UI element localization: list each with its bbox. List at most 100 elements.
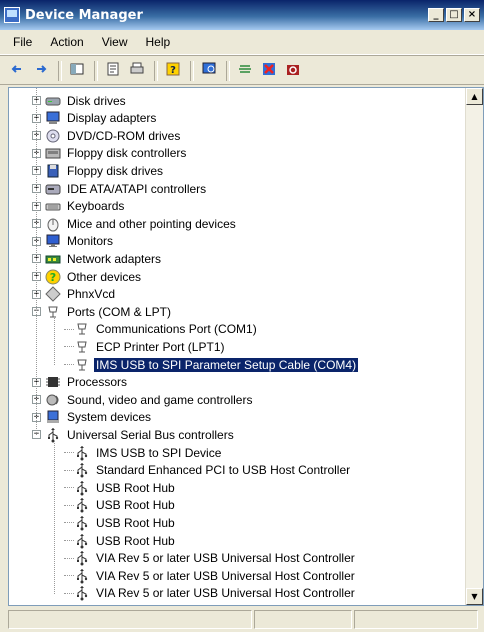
tree-item-label[interactable]: Other devices — [65, 270, 143, 284]
minimize-button[interactable]: _ — [428, 8, 444, 22]
tree-item-label[interactable]: Communications Port (COM1) — [94, 322, 259, 336]
tree-device[interactable]: USB Root Hub — [64, 532, 177, 549]
tree-item-label[interactable]: Floppy disk controllers — [65, 146, 188, 160]
vertical-scrollbar[interactable]: ▲ ▼ — [465, 88, 483, 605]
tree-category[interactable]: + PhnxVcd — [32, 286, 117, 303]
tree-item-label[interactable]: IMS USB to SPI Parameter Setup Cable (CO… — [92, 356, 360, 373]
menu-view[interactable]: View — [93, 33, 137, 51]
tree-category[interactable]: + System devices — [32, 409, 153, 426]
tree-category[interactable]: +? Other devices — [32, 268, 143, 285]
tree-device[interactable]: VIA Rev 5 or later USB Universal Host Co… — [64, 585, 357, 602]
tree-category[interactable]: + Sound, video and game controllers — [32, 391, 254, 408]
tree-category[interactable]: − Universal Serial Bus controllers — [32, 426, 236, 443]
update-driver-button[interactable] — [234, 60, 256, 82]
scroll-up-arrow-icon[interactable]: ▲ — [466, 88, 483, 105]
print-button[interactable] — [126, 60, 148, 82]
tree-item-label[interactable]: USB Root Hub — [94, 481, 177, 495]
tree-item-label[interactable]: Display adapters — [65, 111, 158, 125]
tree-device[interactable]: IMS USB to SPI Parameter Setup Cable (CO… — [64, 356, 360, 373]
tree-device[interactable]: USB Root Hub — [64, 479, 177, 496]
scroll-down-arrow-icon[interactable]: ▼ — [466, 588, 483, 605]
tree-connector — [64, 592, 74, 594]
device-tree[interactable]: + Disk drives + Display adapters + DVD/CD-ROM… — [8, 87, 484, 606]
tree-device[interactable]: ECP Printer Port (LPT1) — [64, 338, 226, 355]
tree-item-label[interactable]: ECP Printer Port (LPT1) — [94, 340, 226, 354]
tree-item-label[interactable]: Ports (COM & LPT) — [65, 305, 173, 319]
usb-icon — [45, 427, 61, 443]
close-button[interactable]: × — [464, 8, 480, 22]
tree-item-label[interactable]: DVD/CD-ROM drives — [65, 129, 182, 143]
status-pane-2 — [254, 610, 352, 629]
uninstall-button[interactable] — [258, 60, 280, 82]
unknown-device-icon: ? — [45, 269, 61, 285]
tree-item-label[interactable]: IMS USB to SPI Device — [94, 446, 223, 460]
back-arrow-button[interactable] — [6, 60, 28, 82]
status-pane-3 — [354, 610, 478, 629]
tree-item-label[interactable]: VIA Rev 5 or later USB Universal Host Co… — [94, 569, 357, 583]
sound-icon — [45, 392, 61, 408]
tree-category[interactable]: + Mice and other pointing devices — [32, 215, 238, 232]
tree-device[interactable]: USB Root Hub — [64, 497, 177, 514]
tree-item-label[interactable]: Standard Enhanced PCI to USB Host Contro… — [94, 463, 352, 477]
tree-connector — [64, 487, 74, 489]
tree-item-label[interactable]: USB Root Hub — [94, 534, 177, 548]
show-hide-console-tree-button[interactable] — [66, 60, 88, 82]
usb-icon — [74, 585, 90, 601]
tree-item-label[interactable]: PhnxVcd — [65, 287, 117, 301]
floppy-controller-icon — [45, 145, 61, 161]
dvd-drive-icon — [45, 128, 61, 144]
help-button[interactable]: ? — [162, 60, 184, 82]
tree-item-label[interactable]: Monitors — [65, 234, 115, 248]
tree-category[interactable]: + DVD/CD-ROM drives — [32, 127, 182, 144]
tree-device[interactable]: Standard Enhanced PCI to USB Host Contro… — [64, 462, 352, 479]
tree-item-label[interactable]: Processors — [65, 375, 129, 389]
tree-item-label[interactable]: Sound, video and game controllers — [65, 393, 254, 407]
tree-device[interactable]: USB Root Hub — [64, 514, 177, 531]
tree-category[interactable]: + Network adapters — [32, 250, 163, 267]
tree-category[interactable]: + Disk drives — [32, 92, 128, 109]
tree-item-label[interactable]: USB Root Hub — [94, 516, 177, 530]
tree-device[interactable]: IMS USB to SPI Device — [64, 444, 223, 461]
tree-item-label[interactable]: Disk drives — [65, 94, 128, 108]
processor-icon — [45, 374, 61, 390]
tree-item-label[interactable]: VIA Rev 5 or later USB Universal Host Co… — [94, 586, 357, 600]
tree-item-label[interactable]: System devices — [65, 410, 153, 424]
ide-controller-icon — [45, 181, 61, 197]
help-icon: ? — [165, 61, 181, 80]
tree-category[interactable]: + Display adapters — [32, 110, 158, 127]
tree-item-label[interactable]: Floppy disk drives — [65, 164, 165, 178]
properties-button[interactable] — [102, 60, 124, 82]
menu-help[interactable]: Help — [137, 33, 180, 51]
title-bar[interactable]: Device Manager _ □ × — [0, 0, 484, 30]
tree-item-label[interactable]: IDE ATA/ATAPI controllers — [65, 182, 208, 196]
tree-category[interactable]: + Floppy disk drives — [32, 162, 165, 179]
tree-category[interactable]: + Floppy disk controllers — [32, 145, 188, 162]
tree-category[interactable]: + Processors — [32, 374, 129, 391]
tree-item-label[interactable]: Mice and other pointing devices — [65, 217, 238, 231]
svg-text:?: ? — [50, 271, 56, 284]
tree-connector — [64, 469, 74, 471]
menu-bar: File Action View Help — [0, 30, 484, 55]
tree-device[interactable]: VIA Rev 5 or later USB Universal Host Co… — [64, 550, 357, 567]
maximize-button[interactable]: □ — [446, 8, 462, 22]
tree-item-label[interactable]: Keyboards — [65, 199, 126, 213]
tree-item-label[interactable]: Universal Serial Bus controllers — [65, 428, 236, 442]
properties-icon — [105, 61, 121, 80]
tree-item-label[interactable]: VIA Rev 5 or later USB Universal Host Co… — [94, 551, 357, 565]
tree-category[interactable]: + Monitors — [32, 233, 115, 250]
tree-device[interactable]: Communications Port (COM1) — [64, 321, 259, 338]
disable-button[interactable] — [282, 60, 304, 82]
window-controls: _ □ × — [428, 8, 480, 22]
scan-hardware-button[interactable] — [198, 60, 220, 82]
tree-category[interactable]: + Keyboards — [32, 198, 126, 215]
toolbar-separator — [94, 60, 98, 81]
menu-action[interactable]: Action — [41, 33, 92, 51]
port-icon — [74, 321, 90, 337]
uninstall-icon — [261, 61, 277, 80]
forward-arrow-button[interactable] — [30, 60, 52, 82]
tree-item-label[interactable]: Network adapters — [65, 252, 163, 266]
menu-file[interactable]: File — [4, 33, 41, 51]
tree-device[interactable]: VIA Rev 5 or later USB Universal Host Co… — [64, 567, 357, 584]
tree-item-label[interactable]: USB Root Hub — [94, 498, 177, 512]
tree-category[interactable]: + IDE ATA/ATAPI controllers — [32, 180, 208, 197]
